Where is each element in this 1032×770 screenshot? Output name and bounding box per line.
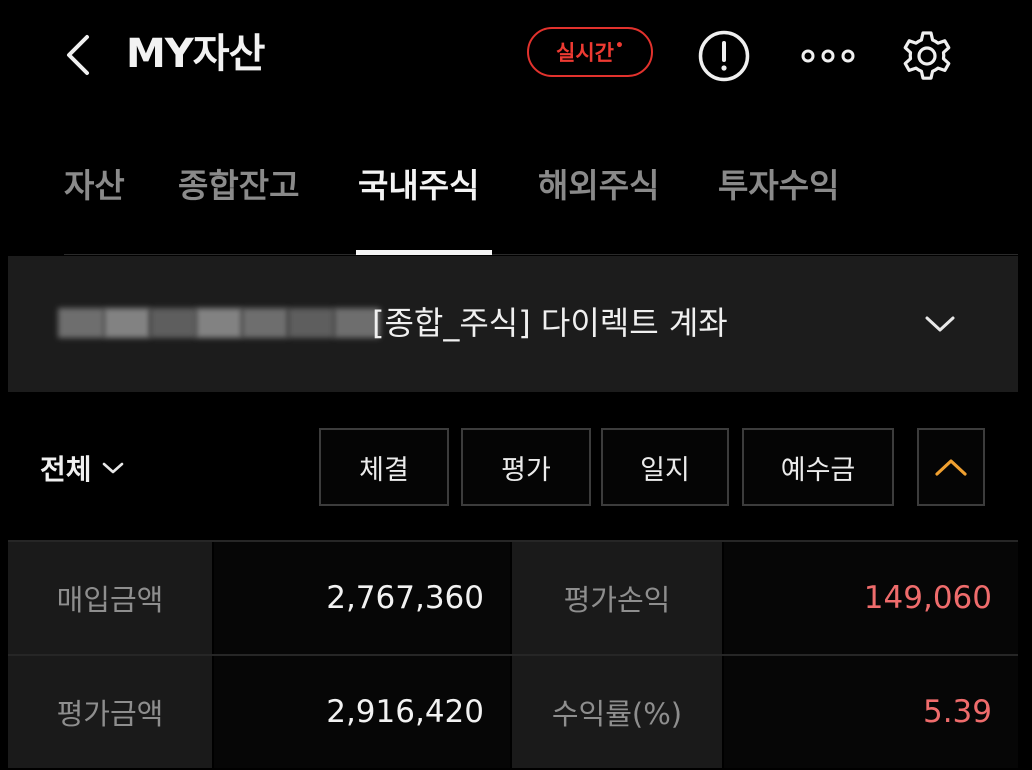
valuation-button[interactable]: 평가	[461, 428, 591, 506]
my-assets-screen: MY자산 실시간 • 자산 종합잔고 국내주식 해외주식 투자수익 [종합_주식…	[8, 0, 1018, 770]
realtime-label: 실시간	[556, 41, 614, 65]
page-title: MY자산	[126, 31, 265, 77]
balance-summary: 매입금액 2,767,360 평가손익 149,060 평가금액 2,916,4…	[8, 540, 1018, 768]
active-tab-indicator	[356, 250, 492, 255]
back-arrow-icon	[67, 35, 89, 75]
collapse-button[interactable]	[917, 428, 985, 506]
chevron-up-icon	[935, 459, 967, 476]
valuation-amount-label: 평가금액	[8, 656, 212, 768]
account-dropdown-button[interactable]	[918, 306, 962, 342]
more-icon	[801, 49, 855, 63]
tab-total-balance[interactable]: 종합잔고	[178, 164, 299, 208]
tab-investment-returns[interactable]: 투자수익	[718, 164, 839, 208]
account-number-masked	[58, 308, 380, 338]
settings-button[interactable]	[896, 25, 958, 87]
filter-dropdown[interactable]: 전체	[40, 448, 124, 488]
settings-icon	[903, 31, 951, 80]
chevron-down-icon	[925, 316, 955, 332]
deposit-button[interactable]: 예수금	[742, 428, 894, 506]
back-button[interactable]	[56, 30, 100, 80]
return-rate-label: 수익률(%)	[512, 656, 722, 768]
realtime-badge[interactable]: 실시간 •	[527, 27, 653, 77]
more-button[interactable]	[796, 28, 860, 84]
alert-icon	[698, 30, 750, 82]
tab-assets[interactable]: 자산	[64, 164, 125, 208]
alert-button[interactable]	[696, 28, 752, 84]
valuation-amount-value: 2,916,420	[214, 656, 510, 768]
tab-bar: 자산 종합잔고 국내주식 해외주식 투자수익	[64, 150, 1018, 255]
account-selector[interactable]: [종합_주식] 다이렉트 계좌	[8, 256, 1018, 392]
journal-button[interactable]: 일지	[601, 428, 729, 506]
filter-selected-label: 전체	[40, 453, 92, 486]
execution-button[interactable]: 체결	[319, 428, 449, 506]
tab-domestic-stocks[interactable]: 국내주식	[358, 164, 479, 208]
tab-overseas-stocks[interactable]: 해외주식	[538, 164, 659, 208]
purchase-amount-label: 매입금액	[8, 542, 212, 654]
realtime-mark: •	[615, 38, 624, 54]
chevron-down-icon	[102, 462, 123, 474]
filter-row: 전체 체결 평가 일지 예수금	[8, 392, 1018, 538]
return-rate-value: 5.39	[724, 656, 1018, 768]
valuation-gain-label: 평가손익	[512, 542, 722, 654]
account-name: [종합_주식] 다이렉트 계좌	[372, 304, 728, 342]
header: MY자산 실시간 •	[8, 0, 1018, 110]
valuation-gain-value: 149,060	[724, 542, 1018, 654]
purchase-amount-value: 2,767,360	[214, 542, 510, 654]
